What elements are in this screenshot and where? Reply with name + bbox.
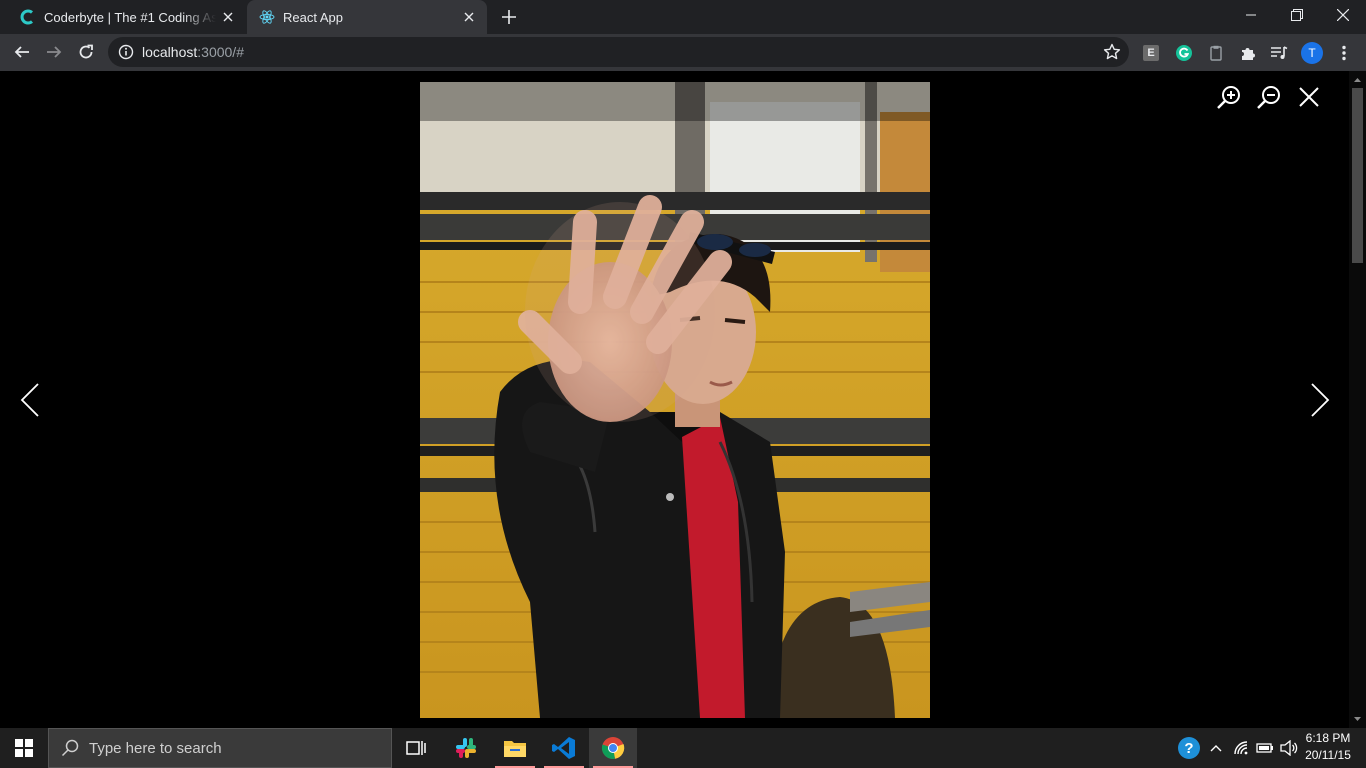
close-icon [1337,9,1349,21]
chevron-up-icon [1210,745,1222,752]
url-host: localhost [142,44,198,60]
profile-avatar[interactable]: T [1300,41,1324,65]
battery-tray-icon[interactable] [1254,728,1276,768]
minimize-icon [1246,14,1256,16]
url-path: :3000/# [197,44,244,60]
new-tab-button[interactable] [497,5,521,29]
next-image-button[interactable] [1305,380,1335,420]
taskbar-clock[interactable]: 6:18 PM 20/11/15 [1300,730,1356,764]
help-tray-icon[interactable]: ? [1176,728,1202,768]
e-extension-icon[interactable]: E [1139,41,1163,65]
menu-button[interactable] [1332,41,1356,65]
reload-button[interactable] [72,38,100,66]
forward-button[interactable] [40,38,68,66]
grammarly-icon[interactable] [1172,41,1196,65]
tab-strip: Coderbyte | The #1 Coding Assessment Rea… [0,0,1366,34]
info-icon[interactable] [118,44,134,60]
tab-react-app[interactable]: React App [247,0,487,34]
file-explorer-icon [504,741,526,757]
tab-close-icon[interactable] [457,5,481,29]
scroll-up-icon[interactable] [1349,73,1366,87]
browser-toolbar: localhost:3000/# E T [0,34,1366,71]
taskbar-search-box[interactable]: Type here to search [48,728,392,768]
slack-icon [456,738,476,758]
volume-tray-icon[interactable] [1278,728,1300,768]
profile-initial: T [1301,42,1323,64]
restore-icon [1291,9,1303,21]
file-explorer-app[interactable] [491,728,539,768]
lightbox-image[interactable] [420,82,930,718]
reload-icon [79,44,93,59]
url-text: localhost:3000/# [142,44,244,60]
vscode-icon [552,737,575,759]
page-scrollbar[interactable] [1349,71,1366,728]
zoom-out-button[interactable] [1253,81,1285,113]
photo-illustration [420,82,930,718]
windows-taskbar: Type here to search ? 6:18 PM 20/11/15 [0,728,1366,768]
react-icon [259,9,275,25]
wifi-icon [1234,741,1248,755]
next-arrow-icon [1311,383,1330,417]
close-window-button[interactable] [1320,0,1366,30]
bookmark-star-icon[interactable] [1103,43,1121,61]
network-tray-icon[interactable] [1230,728,1252,768]
scroll-down-icon[interactable] [1349,712,1366,726]
chrome-icon [601,737,625,759]
previous-image-button[interactable] [15,380,45,420]
zoom-in-button[interactable] [1213,81,1245,113]
tab-title: React App [283,9,343,25]
speaker-icon [1280,740,1298,756]
kebab-menu-icon [1342,45,1346,61]
minimize-button[interactable] [1228,0,1274,30]
battery-icon [1256,743,1273,753]
back-arrow-icon [14,46,29,58]
close-icon [1299,87,1319,107]
puzzle-icon[interactable] [1236,41,1260,65]
viewer-toolbar-overlay [420,82,930,121]
lightbox-viewer [0,71,1366,728]
previous-arrow-icon [20,383,39,417]
back-button[interactable] [8,38,36,66]
task-view-icon [406,741,426,755]
restore-button[interactable] [1274,0,1320,30]
scrollbar-thumb[interactable] [1352,88,1363,263]
coderbyte-icon [20,9,36,25]
media-control-icon[interactable] [1267,41,1291,65]
chrome-app[interactable] [589,728,637,768]
tab-close-icon[interactable] [216,5,240,29]
plus-icon [502,10,516,24]
search-icon [61,739,79,757]
start-button[interactable] [0,728,48,768]
forward-arrow-icon [47,46,62,58]
tab-coderbyte[interactable]: Coderbyte | The #1 Coding Assessment [8,0,246,34]
task-view-button[interactable] [392,728,440,768]
windows-logo-icon [15,739,33,757]
zoom-in-icon [1217,86,1240,109]
close-viewer-button[interactable] [1293,81,1325,113]
vscode-app[interactable] [540,728,588,768]
zoom-out-icon [1257,86,1280,109]
address-bar[interactable]: localhost:3000/# [108,37,1129,67]
clipboard-extension-icon[interactable] [1204,41,1228,65]
slack-app[interactable] [442,728,490,768]
clock-date: 20/11/15 [1305,748,1351,762]
show-hidden-icons-button[interactable] [1206,728,1226,768]
search-placeholder: Type here to search [89,739,222,757]
tab-title: Coderbyte | The #1 Coding Assessment [44,9,216,25]
clock-time: 6:18 PM [1305,731,1351,745]
